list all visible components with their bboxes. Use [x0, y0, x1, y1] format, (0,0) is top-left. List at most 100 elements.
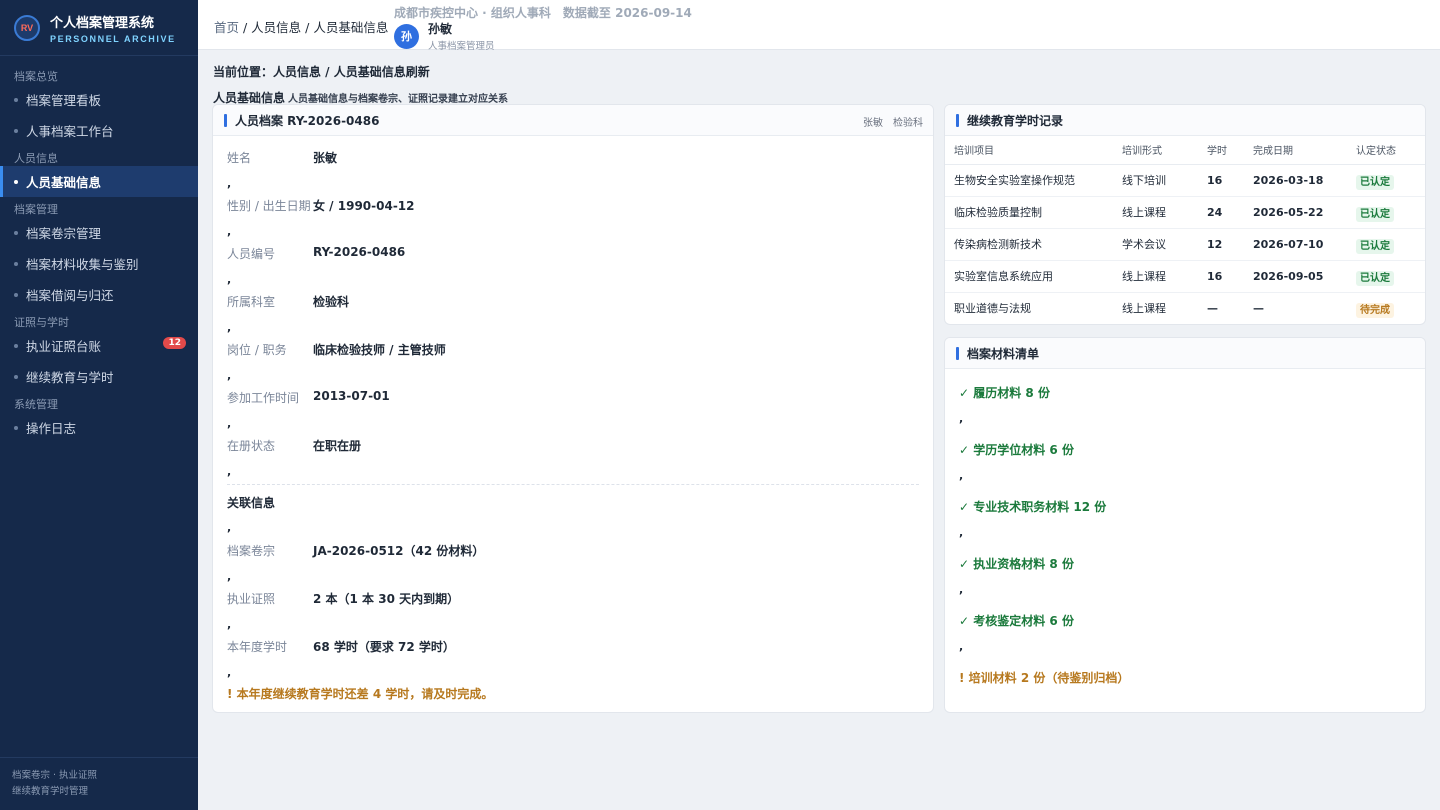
table-row[interactable]: 职业道德与法规 线上课程 — — 待完成 — [945, 292, 1425, 324]
sidebar-item[interactable]: 档案卷宗管理 — [0, 217, 198, 248]
field-label: 人员编号 — [227, 247, 276, 261]
completion-date: 2026-03-18 — [1253, 164, 1356, 197]
status-badge: 已认定 — [1356, 174, 1394, 190]
table-row[interactable]: 传染病检测新技术 学术会议 12 2026-07-10 已认定 — [945, 228, 1425, 261]
title-accent — [956, 113, 959, 127]
training-name: 传染病检测新技术 — [945, 228, 1122, 261]
status-badge: 已认定 — [1356, 238, 1394, 254]
sidebar-item[interactable]: 执业证照台账 12 — [0, 330, 198, 361]
training-name: 生物安全实验室操作规范 — [945, 164, 1122, 197]
action-dept-tag[interactable]: 检验科 — [893, 118, 923, 129]
table-row[interactable]: 实验室信息系统应用 线上课程 16 2026-09-05 已认定 — [945, 260, 1425, 293]
separator: , — [227, 321, 232, 334]
material-item: ! 培训材料 2 份（待鉴别归档） — [959, 671, 1130, 685]
breadcrumb: 首页 / 人员信息 / 人员基础信息 — [214, 17, 388, 36]
related-row: 本年度学时 68 学时（要求 72 学时） — [227, 638, 455, 655]
user-role: 人事档案管理员 — [428, 41, 495, 52]
sidebar-item-label: 执业证照台账 — [26, 339, 102, 354]
training-hours: 24 — [1207, 196, 1253, 229]
training-form: 线上课程 — [1122, 196, 1207, 229]
material-item: ✓ 执业资格材料 8 份 — [959, 557, 1074, 571]
field-row: 岗位 / 职务 临床检验技师 / 主管技师 — [227, 341, 446, 358]
breadcrumb-home-link[interactable]: 首页 — [214, 20, 239, 35]
count-badge: 12 — [163, 337, 186, 349]
nav-group: 档案管理 档案卷宗管理 档案材料收集与鉴别 档案借阅与归还 — [0, 197, 198, 310]
brand[interactable]: RV 个人档案管理系统 PERSONNEL ARCHIVE — [0, 0, 198, 56]
training-form: 学术会议 — [1122, 228, 1207, 261]
sidebar-item[interactable]: 人员基础信息 — [0, 166, 198, 197]
sidebar-item[interactable]: 档案借阅与归还 — [0, 279, 198, 310]
sidebar-item-label: 档案管理看板 — [26, 93, 102, 108]
related-label: 执业证照 — [227, 592, 276, 606]
table-row[interactable]: 生物安全实验室操作规范 线下培训 16 2026-03-18 已认定 — [945, 164, 1425, 197]
training-name: 职业道德与法规 — [954, 302, 1031, 316]
bullet-icon — [14, 179, 18, 184]
nav-group-title: 系统管理 — [14, 398, 58, 411]
material-item: ✓ 履历材料 8 份 — [959, 386, 1050, 400]
related-value: 68 学时（要求 72 学时） — [313, 640, 455, 654]
separator: , — [227, 570, 232, 583]
bullet-icon — [14, 343, 18, 348]
separator: , — [227, 666, 232, 679]
user-info[interactable]: 孙 孙敏 人事档案管理员 — [394, 20, 495, 52]
nav-group: 档案总览档案管理看板人事档案工作台 — [0, 56, 198, 146]
sidebar-item[interactable]: 档案材料收集与鉴别 — [0, 248, 198, 279]
training-hours: 16 — [1207, 260, 1253, 293]
field-row: 在册状态 在职在册 — [227, 437, 361, 454]
training-form: 线上课程 — [1122, 302, 1166, 316]
card-actions: 张敏 检验科 — [853, 114, 923, 129]
user-name: 孙敏 — [428, 22, 453, 36]
sidebar-item[interactable]: 档案管理看板 — [0, 84, 198, 115]
sidebar-item-label: 档案借阅与归还 — [26, 288, 114, 303]
column-header[interactable]: 认定状态 — [1356, 136, 1425, 165]
table-row[interactable]: 临床检验质量控制 线上课程 24 2026-05-22 已认定 — [945, 196, 1425, 229]
bullet-icon — [14, 425, 18, 430]
top-header: 首页 / 人员信息 / 人员基础信息 成都市疾控中心 · 组织人事科 数据截至 … — [198, 0, 1440, 52]
nav-group-title: 证照与学时 — [14, 316, 69, 329]
training-name: 实验室信息系统应用 — [945, 260, 1122, 293]
status-cell: 已认定 — [1356, 228, 1425, 261]
current-location: 当前位置：人员信息 / 人员基础信息刷新 — [213, 65, 430, 79]
section-title-text: 人员基础信息 — [213, 91, 286, 105]
sidebar-item[interactable]: 人事档案工作台 — [0, 115, 198, 146]
column-header[interactable]: 学时 — [1207, 136, 1253, 165]
column-header[interactable]: 培训项目 — [945, 136, 1122, 165]
field-value: RY-2026-0486 — [313, 245, 406, 259]
field-label: 参加工作时间 — [227, 391, 300, 405]
separator: , — [959, 526, 964, 539]
separator: , — [959, 583, 964, 596]
title-accent — [224, 113, 227, 127]
nav-group-title: 人员信息 — [14, 152, 58, 165]
person-record-card: 人员档案 RY-2026-0486 张敏 检验科 姓名 张敏, 性别 / 出生日期女 … — [212, 104, 934, 713]
action-name-tag[interactable]: 张敏 — [863, 118, 883, 129]
separator: , — [227, 417, 232, 430]
separator: , — [227, 369, 232, 382]
nav-group-title: 档案总览 — [14, 70, 58, 83]
field-label: 在册状态 — [227, 439, 276, 453]
bullet-icon — [14, 374, 18, 379]
sidebar-item-label: 操作日志 — [26, 421, 77, 436]
field-label: 所属科室 — [227, 295, 276, 309]
related-row: 档案卷宗 JA-2026-0512（42 份材料） — [227, 542, 484, 559]
bullet-icon — [14, 292, 18, 297]
status-cell: 已认定 — [1356, 196, 1425, 229]
divider — [227, 484, 919, 485]
field-label: 姓名 — [227, 151, 252, 165]
avatar[interactable]: 孙 — [394, 23, 419, 49]
training-hours: 16 — [1207, 164, 1253, 197]
training-hours: 12 — [1207, 228, 1253, 261]
training-form: 线上课程 — [1122, 260, 1207, 293]
column-header[interactable]: 完成日期 — [1253, 136, 1356, 165]
sidebar-item[interactable]: 继续教育与学时 — [0, 361, 198, 392]
materials-card-title: 档案材料清单 — [967, 346, 1040, 361]
education-table: 培训项目 培训形式 学时 完成日期 认定状态 生物安全实验室操作规范 线下培训 16 2026… — [945, 136, 1425, 324]
separator: , — [227, 465, 232, 478]
separator: , — [959, 640, 964, 653]
field-value: 临床检验技师 / 主管技师 — [313, 343, 446, 357]
related-info-heading: 关联信息 — [227, 496, 276, 510]
column-header[interactable]: 培训形式 — [1122, 136, 1207, 165]
bullet-icon — [14, 128, 18, 133]
status-cell: 已认定 — [1356, 260, 1425, 293]
sidebar-item[interactable]: 操作日志 — [0, 412, 198, 443]
separator: , — [959, 469, 964, 482]
